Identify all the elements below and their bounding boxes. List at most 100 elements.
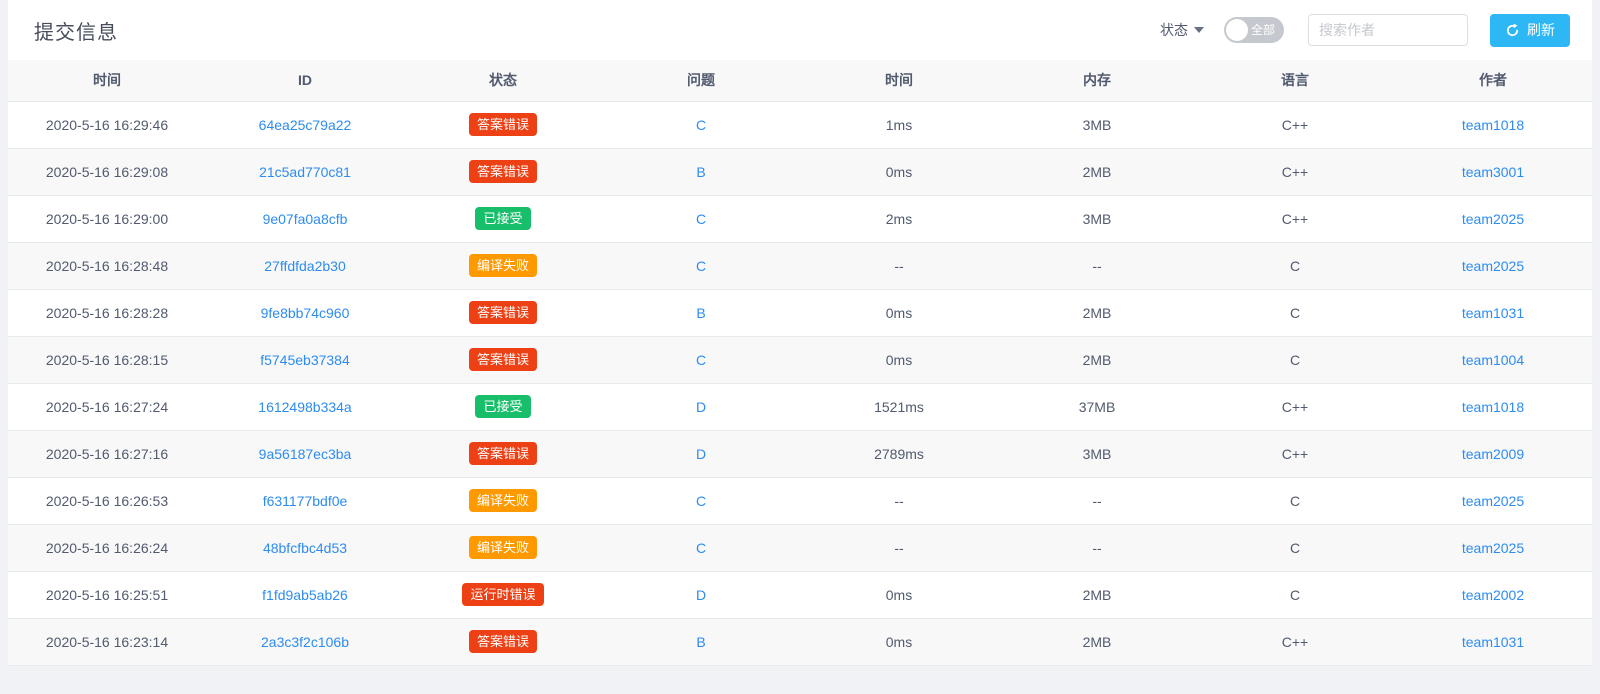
problem-link-cell: C xyxy=(602,101,800,148)
refresh-label: 刷新 xyxy=(1527,20,1555,40)
author-link[interactable]: team2002 xyxy=(1462,587,1524,603)
submissions-tbody: 2020-5-16 16:29:4664ea25c79a22答案错误C1ms3M… xyxy=(8,101,1592,665)
memory-value-cell: 2MB xyxy=(998,148,1196,195)
problem-link[interactable]: D xyxy=(696,587,706,603)
column-header: 时间 xyxy=(8,60,206,101)
submission-id-link[interactable]: 64ea25c79a22 xyxy=(259,117,352,133)
toolbar: 提交信息 状态 全部 刷新 xyxy=(8,0,1592,60)
status-badge-cell: 编译失败 xyxy=(404,524,602,571)
all-toggle[interactable]: 全部 xyxy=(1224,17,1284,43)
runtime-value: 0ms xyxy=(886,587,912,603)
runtime-value: 2ms xyxy=(886,211,912,227)
problem-link[interactable]: D xyxy=(696,399,706,415)
runtime-value: 1521ms xyxy=(874,399,924,415)
problem-link-cell: C xyxy=(602,242,800,289)
submission-id-link[interactable]: f631177bdf0e xyxy=(263,493,348,509)
submission-id-link[interactable]: 9fe8bb74c960 xyxy=(261,305,350,321)
language-value-cell: C xyxy=(1196,336,1394,383)
submission-id-link-cell: f1fd9ab5ab26 xyxy=(206,571,404,618)
author-link[interactable]: team2025 xyxy=(1462,211,1524,227)
problem-link[interactable]: C xyxy=(696,211,706,227)
problem-link[interactable]: C xyxy=(696,493,706,509)
author-link-cell: team2025 xyxy=(1394,242,1592,289)
runtime-value-cell: 0ms xyxy=(800,289,998,336)
problem-link[interactable]: C xyxy=(696,352,706,368)
submission-id-link-cell: 9e07fa0a8cfb xyxy=(206,195,404,242)
language-value-cell: C xyxy=(1196,524,1394,571)
submission-id-link[interactable]: 9e07fa0a8cfb xyxy=(263,211,348,227)
language-value: C xyxy=(1290,493,1300,509)
submit-time: 2020-5-16 16:27:24 xyxy=(46,399,168,415)
submit-time-cell: 2020-5-16 16:25:51 xyxy=(8,571,206,618)
author-link[interactable]: team1031 xyxy=(1462,305,1524,321)
submit-time-cell: 2020-5-16 16:29:46 xyxy=(8,101,206,148)
table-row: 2020-5-16 16:26:53f631177bdf0e编译失败C----C… xyxy=(8,477,1592,524)
search-author-input[interactable] xyxy=(1308,14,1468,46)
language-value-cell: C++ xyxy=(1196,383,1394,430)
author-link[interactable]: team2025 xyxy=(1462,540,1524,556)
status-badge-cell: 答案错误 xyxy=(404,289,602,336)
submit-time: 2020-5-16 16:23:14 xyxy=(46,634,168,650)
table-row: 2020-5-16 16:29:009e07fa0a8cfb已接受C2ms3MB… xyxy=(8,195,1592,242)
problem-link[interactable]: C xyxy=(696,117,706,133)
table-row: 2020-5-16 16:28:15f5745eb37384答案错误C0ms2M… xyxy=(8,336,1592,383)
refresh-button[interactable]: 刷新 xyxy=(1490,14,1570,47)
submission-id-link[interactable]: 9a56187ec3ba xyxy=(259,446,352,462)
column-header: ID xyxy=(206,60,404,101)
author-link[interactable]: team2025 xyxy=(1462,493,1524,509)
runtime-value-cell: 1521ms xyxy=(800,383,998,430)
submit-time: 2020-5-16 16:28:28 xyxy=(46,305,168,321)
author-link-cell: team2009 xyxy=(1394,430,1592,477)
problem-link[interactable]: C xyxy=(696,540,706,556)
author-link[interactable]: team3001 xyxy=(1462,164,1524,180)
problem-link-cell: D xyxy=(602,571,800,618)
problem-link[interactable]: B xyxy=(696,164,705,180)
problem-link-cell: B xyxy=(602,289,800,336)
status-badge: 答案错误 xyxy=(469,442,537,466)
author-link[interactable]: team1018 xyxy=(1462,399,1524,415)
author-link-cell: team1031 xyxy=(1394,289,1592,336)
language-value: C xyxy=(1290,540,1300,556)
submit-time: 2020-5-16 16:28:48 xyxy=(46,258,168,274)
language-value-cell: C++ xyxy=(1196,148,1394,195)
submission-id-link[interactable]: 1612498b334a xyxy=(258,399,351,415)
author-link-cell: team1018 xyxy=(1394,101,1592,148)
submission-id-link[interactable]: f5745eb37384 xyxy=(260,352,350,368)
author-link[interactable]: team1004 xyxy=(1462,352,1524,368)
submission-id-link[interactable]: f1fd9ab5ab26 xyxy=(262,587,348,603)
author-link[interactable]: team1031 xyxy=(1462,634,1524,650)
table-row: 2020-5-16 16:27:24 1612498b334a 已接受 D 1521ms… xyxy=(8,383,1592,430)
submission-id-link[interactable]: 21c5ad770c81 xyxy=(259,164,351,180)
problem-link[interactable]: C xyxy=(696,258,706,274)
memory-value: -- xyxy=(1092,258,1101,274)
author-link-cell: team1031 xyxy=(1394,618,1592,665)
column-header: 时间 xyxy=(800,60,998,101)
column-header: 内存 xyxy=(998,60,1196,101)
column-header: 语言 xyxy=(1196,60,1394,101)
memory-value: 37MB xyxy=(1079,399,1116,415)
problem-link[interactable]: B xyxy=(696,634,705,650)
submission-id-link-cell: 9a56187ec3ba xyxy=(206,430,404,477)
memory-value-cell: -- xyxy=(998,524,1196,571)
problem-link[interactable]: D xyxy=(696,446,706,462)
status-badge: 编译失败 xyxy=(469,254,537,278)
column-header: 作者 xyxy=(1394,60,1592,101)
language-value: C xyxy=(1290,587,1300,603)
problem-link[interactable]: B xyxy=(696,305,705,321)
language-value-cell: C xyxy=(1196,242,1394,289)
author-link[interactable]: team2009 xyxy=(1462,446,1524,462)
status-badge-cell: 已接受 xyxy=(404,383,602,430)
runtime-value: -- xyxy=(894,493,903,509)
author-link[interactable]: team1018 xyxy=(1462,117,1524,133)
submission-id-link[interactable]: 27ffdfda2b30 xyxy=(264,258,346,274)
submit-time: 2020-5-16 16:29:00 xyxy=(46,211,168,227)
submission-id-link[interactable]: 48bfcfbc4d53 xyxy=(263,540,347,556)
status-badge-cell: 编译失败 xyxy=(404,477,602,524)
submission-id-link[interactable]: 2a3c3f2c106b xyxy=(261,634,349,650)
author-link[interactable]: team2025 xyxy=(1462,258,1524,274)
status-badge-cell: 答案错误 xyxy=(404,148,602,195)
problem-link-cell: C xyxy=(602,524,800,571)
runtime-value-cell: -- xyxy=(800,242,998,289)
submit-time-cell: 2020-5-16 16:23:14 xyxy=(8,618,206,665)
status-filter-dropdown[interactable]: 状态 xyxy=(1160,20,1204,40)
